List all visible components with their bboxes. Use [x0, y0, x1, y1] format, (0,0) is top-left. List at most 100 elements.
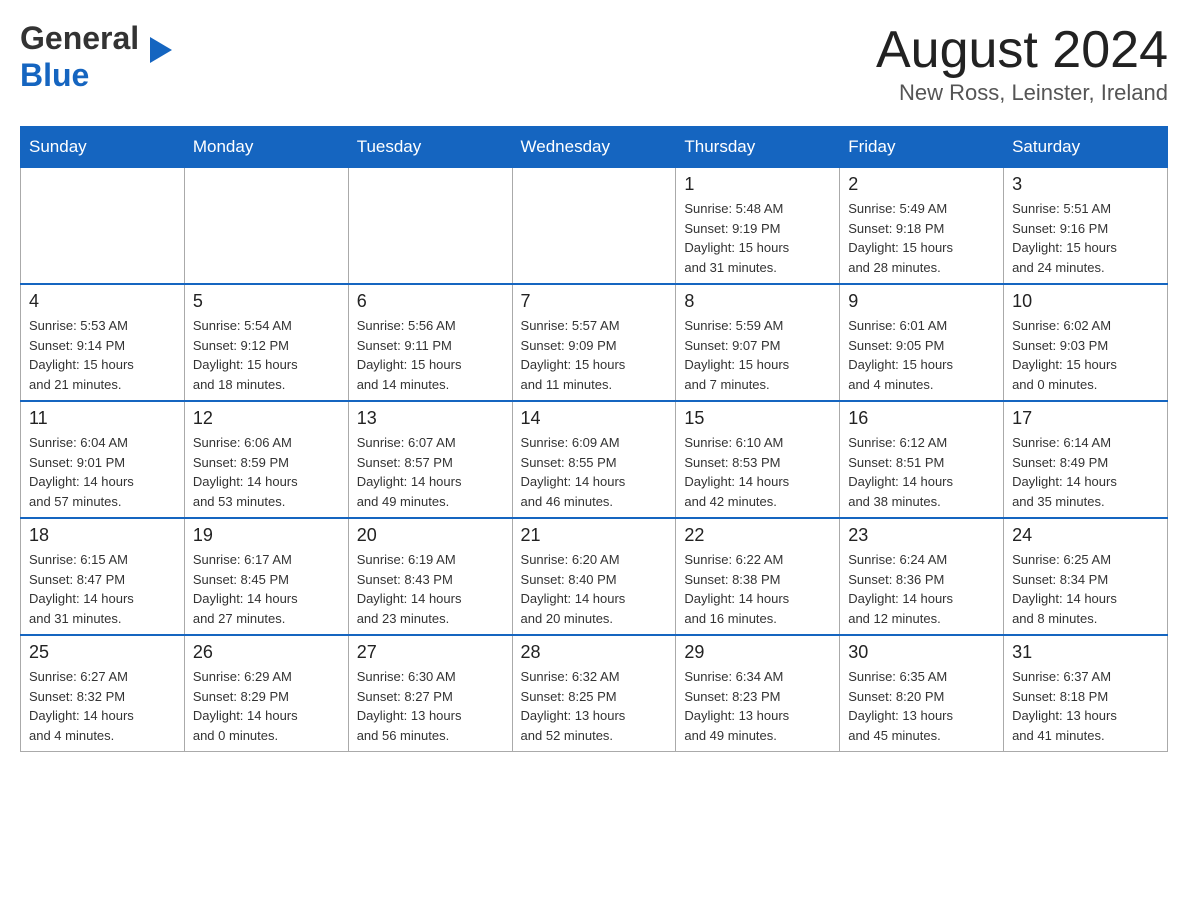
logo: General Blue: [20, 20, 152, 94]
day-number: 13: [357, 408, 504, 429]
day-info: Sunrise: 6:01 AM Sunset: 9:05 PM Dayligh…: [848, 316, 995, 394]
calendar-cell: 20 Sunrise: 6:19 AM Sunset: 8:43 PM Dayli…: [348, 518, 512, 635]
day-info: Sunrise: 6:17 AM Sunset: 8:45 PM Dayligh…: [193, 550, 340, 628]
day-number: 30: [848, 642, 995, 663]
calendar-cell: 6 Sunrise: 5:56 AM Sunset: 9:11 PM Daylig…: [348, 284, 512, 401]
col-sunday: Sunday: [21, 127, 185, 168]
col-tuesday: Tuesday: [348, 127, 512, 168]
calendar-cell: 16 Sunrise: 6:12 AM Sunset: 8:51 PM Dayli…: [840, 401, 1004, 518]
day-number: 16: [848, 408, 995, 429]
calendar-cell: 8 Sunrise: 5:59 AM Sunset: 9:07 PM Daylig…: [676, 284, 840, 401]
calendar-cell: 10 Sunrise: 6:02 AM Sunset: 9:03 PM Dayli…: [1004, 284, 1168, 401]
day-number: 28: [521, 642, 668, 663]
day-info: Sunrise: 6:19 AM Sunset: 8:43 PM Dayligh…: [357, 550, 504, 628]
calendar-cell: 30 Sunrise: 6:35 AM Sunset: 8:20 PM Dayli…: [840, 635, 1004, 752]
day-number: 14: [521, 408, 668, 429]
calendar-week-row: 11Sunrise: 6:04 AM Sunset: 9:01 PM Dayli…: [21, 401, 1168, 518]
calendar-table: Sunday Monday Tuesday Wednesday Thursday…: [20, 126, 1168, 752]
calendar-cell: 19 Sunrise: 6:17 AM Sunset: 8:45 PM Dayli…: [184, 518, 348, 635]
calendar-cell: 24 Sunrise: 6:25 AM Sunset: 8:34 PM Dayli…: [1004, 518, 1168, 635]
day-number: 23: [848, 525, 995, 546]
day-info: Sunrise: 6:10 AM Sunset: 8:53 PM Dayligh…: [684, 433, 831, 511]
calendar-cell: 29 Sunrise: 6:34 AM Sunset: 8:23 PM Dayli…: [676, 635, 840, 752]
month-title: August 2024: [876, 20, 1168, 80]
calendar-cell: [21, 168, 185, 285]
day-number: 17: [1012, 408, 1159, 429]
day-number: 27: [357, 642, 504, 663]
day-number: 18: [29, 525, 176, 546]
day-number: 10: [1012, 291, 1159, 312]
day-info: Sunrise: 6:15 AM Sunset: 8:47 PM Dayligh…: [29, 550, 176, 628]
calendar-cell: 21 Sunrise: 6:20 AM Sunset: 8:40 PM Dayli…: [512, 518, 676, 635]
day-number: 11: [29, 408, 176, 429]
day-number: 9: [848, 291, 995, 312]
day-info: Sunrise: 5:48 AM Sunset: 9:19 PM Dayligh…: [684, 199, 831, 277]
day-info: Sunrise: 6:14 AM Sunset: 8:49 PM Dayligh…: [1012, 433, 1159, 511]
day-number: 25: [29, 642, 176, 663]
day-info: Sunrise: 5:59 AM Sunset: 9:07 PM Dayligh…: [684, 316, 831, 394]
calendar-cell: 22 Sunrise: 6:22 AM Sunset: 8:38 PM Dayli…: [676, 518, 840, 635]
col-thursday: Thursday: [676, 127, 840, 168]
day-info: Sunrise: 6:34 AM Sunset: 8:23 PM Dayligh…: [684, 667, 831, 745]
day-number: 6: [357, 291, 504, 312]
day-number: 5: [193, 291, 340, 312]
day-number: 12: [193, 408, 340, 429]
day-number: 4: [29, 291, 176, 312]
day-info: Sunrise: 6:25 AM Sunset: 8:34 PM Dayligh…: [1012, 550, 1159, 628]
col-friday: Friday: [840, 127, 1004, 168]
calendar-cell: 28 Sunrise: 6:32 AM Sunset: 8:25 PM Dayli…: [512, 635, 676, 752]
day-number: 21: [521, 525, 668, 546]
day-number: 2: [848, 174, 995, 195]
day-info: Sunrise: 6:22 AM Sunset: 8:38 PM Dayligh…: [684, 550, 831, 628]
calendar-cell: 9 Sunrise: 6:01 AM Sunset: 9:05 PM Daylig…: [840, 284, 1004, 401]
calendar-cell: [184, 168, 348, 285]
day-number: 22: [684, 525, 831, 546]
calendar-week-row: 4Sunrise: 5:53 AM Sunset: 9:14 PM Daylig…: [21, 284, 1168, 401]
day-info: Sunrise: 6:30 AM Sunset: 8:27 PM Dayligh…: [357, 667, 504, 745]
day-info: Sunrise: 6:27 AM Sunset: 8:32 PM Dayligh…: [29, 667, 176, 745]
calendar-cell: 23Sunrise: 6:24 AM Sunset: 8:36 PM Dayli…: [840, 518, 1004, 635]
day-number: 26: [193, 642, 340, 663]
day-number: 31: [1012, 642, 1159, 663]
day-number: 20: [357, 525, 504, 546]
calendar-cell: [348, 168, 512, 285]
calendar-cell: 31 Sunrise: 6:37 AM Sunset: 8:18 PM Dayli…: [1004, 635, 1168, 752]
calendar-cell: 5Sunrise: 5:54 AM Sunset: 9:12 PM Daylig…: [184, 284, 348, 401]
day-info: Sunrise: 6:02 AM Sunset: 9:03 PM Dayligh…: [1012, 316, 1159, 394]
day-number: 8: [684, 291, 831, 312]
calendar-cell: 15Sunrise: 6:10 AM Sunset: 8:53 PM Dayli…: [676, 401, 840, 518]
calendar-cell: 4Sunrise: 5:53 AM Sunset: 9:14 PM Daylig…: [21, 284, 185, 401]
title-block: August 2024 New Ross, Leinster, Ireland: [876, 20, 1168, 106]
calendar-cell: 13 Sunrise: 6:07 AM Sunset: 8:57 PM Dayli…: [348, 401, 512, 518]
day-number: 24: [1012, 525, 1159, 546]
col-wednesday: Wednesday: [512, 127, 676, 168]
day-number: 3: [1012, 174, 1159, 195]
logo-general-text: General: [20, 20, 139, 57]
day-number: 19: [193, 525, 340, 546]
day-number: 1: [684, 174, 831, 195]
calendar-cell: 2 Sunrise: 5:49 AM Sunset: 9:18 PM Daylig…: [840, 168, 1004, 285]
day-number: 7: [521, 291, 668, 312]
day-info: Sunrise: 6:35 AM Sunset: 8:20 PM Dayligh…: [848, 667, 995, 745]
day-info: Sunrise: 6:37 AM Sunset: 8:18 PM Dayligh…: [1012, 667, 1159, 745]
day-info: Sunrise: 6:29 AM Sunset: 8:29 PM Dayligh…: [193, 667, 340, 745]
day-info: Sunrise: 5:49 AM Sunset: 9:18 PM Dayligh…: [848, 199, 995, 277]
calendar-cell: 14Sunrise: 6:09 AM Sunset: 8:55 PM Dayli…: [512, 401, 676, 518]
day-number: 29: [684, 642, 831, 663]
calendar-cell: 27 Sunrise: 6:30 AM Sunset: 8:27 PM Dayli…: [348, 635, 512, 752]
day-info: Sunrise: 6:32 AM Sunset: 8:25 PM Dayligh…: [521, 667, 668, 745]
calendar-cell: 11Sunrise: 6:04 AM Sunset: 9:01 PM Dayli…: [21, 401, 185, 518]
logo-blue-text: Blue: [20, 57, 89, 93]
day-info: Sunrise: 6:20 AM Sunset: 8:40 PM Dayligh…: [521, 550, 668, 628]
day-info: Sunrise: 6:07 AM Sunset: 8:57 PM Dayligh…: [357, 433, 504, 511]
day-info: Sunrise: 5:51 AM Sunset: 9:16 PM Dayligh…: [1012, 199, 1159, 277]
day-info: Sunrise: 5:56 AM Sunset: 9:11 PM Dayligh…: [357, 316, 504, 394]
calendar-week-row: 25 Sunrise: 6:27 AM Sunset: 8:32 PM Dayli…: [21, 635, 1168, 752]
calendar-cell: 3 Sunrise: 5:51 AM Sunset: 9:16 PM Daylig…: [1004, 168, 1168, 285]
day-info: Sunrise: 6:12 AM Sunset: 8:51 PM Dayligh…: [848, 433, 995, 511]
calendar-header-row: Sunday Monday Tuesday Wednesday Thursday…: [21, 127, 1168, 168]
calendar-cell: 25 Sunrise: 6:27 AM Sunset: 8:32 PM Dayli…: [21, 635, 185, 752]
page-header: General Blue August 2024 New Ross, Leins…: [20, 20, 1168, 106]
col-saturday: Saturday: [1004, 127, 1168, 168]
location-subtitle: New Ross, Leinster, Ireland: [876, 80, 1168, 106]
